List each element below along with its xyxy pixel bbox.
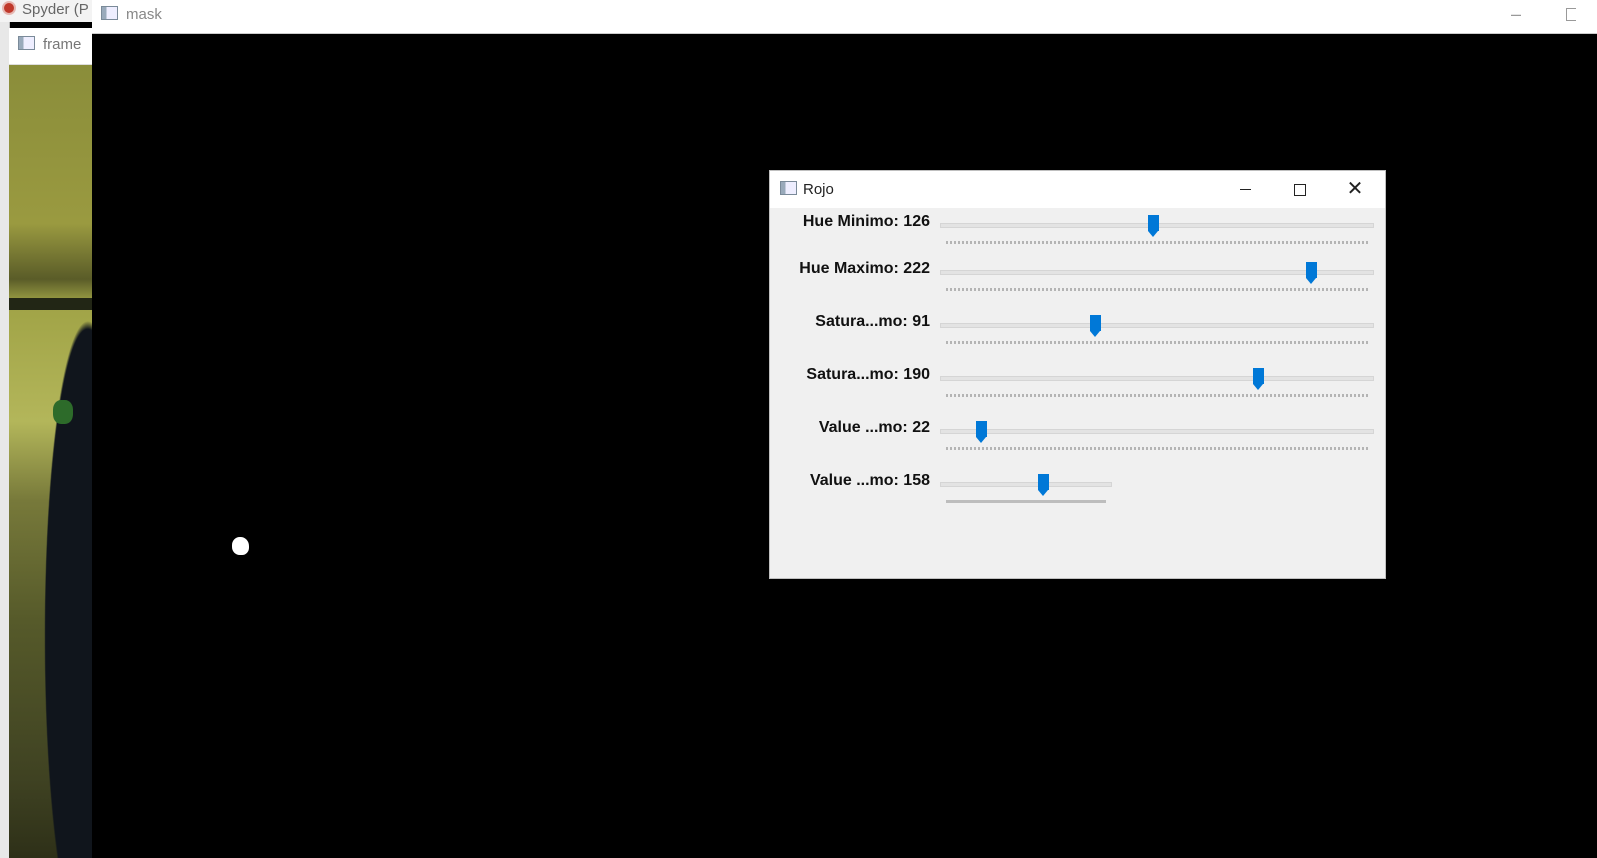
trackbar-ticks [946,447,1368,450]
trackbar-label: Satura...mo: 190 [806,366,930,383]
close-button[interactable]: ✕ [1332,171,1378,208]
frame-title: frame [43,36,82,53]
minimize-icon [1239,189,1251,190]
spyder-logo-icon [2,1,16,15]
trackbar-ticks [946,241,1368,244]
trackbar-label: Hue Minimo: 126 [802,213,930,230]
minimize-icon[interactable]: – [1511,0,1523,29]
window-app-icon [101,6,118,20]
mask-title: mask [126,6,162,23]
trackbar-value-max: Value ...mo: 158 [770,469,1385,522]
trackbar-track[interactable] [940,429,1374,434]
mask-blob [232,537,249,555]
spyder-title: Spyder (P [22,1,89,18]
camera-frame-image [9,65,92,858]
frame-plant [53,400,73,424]
rojo-titlebar[interactable]: Rojo ✕ [770,171,1385,208]
frame-window[interactable]: frame [9,28,92,858]
rojo-window[interactable]: Rojo ✕ Hue Minimo: 126 Hue Maximo: 222 S… [769,170,1386,579]
trackbar-thumb[interactable] [1305,262,1317,284]
close-icon: ✕ [1346,178,1364,200]
trackbar-label: Value ...mo: 22 [818,419,930,436]
trackbar-label: Value ...mo: 158 [809,472,930,489]
trackbar-ticks [946,288,1368,291]
trackbar-hue-max: Hue Maximo: 222 [770,257,1385,310]
trackbar-value-min: Value ...mo: 22 [770,416,1385,469]
window-app-icon [780,181,797,195]
trackbar-thumb[interactable] [1147,215,1159,237]
trackbar-hue-min: Hue Minimo: 126 [770,210,1385,263]
mask-titlebar[interactable]: mask – [92,0,1597,34]
trackbar-track[interactable] [940,482,1112,487]
trackbar-thumb[interactable] [1252,368,1264,390]
trackbar-thumb[interactable] [1089,315,1101,337]
frame-titlebar[interactable]: frame [9,28,92,65]
trackbar-thumb[interactable] [976,421,988,443]
maximize-button[interactable] [1277,171,1323,208]
spyder-titlebar[interactable]: Spyder (P [0,0,92,22]
trackbar-label: Hue Maximo: 222 [799,260,930,277]
trackbar-ticks [946,341,1368,344]
maximize-icon[interactable] [1566,8,1576,21]
rojo-title: Rojo [803,181,834,198]
trackbar-track[interactable] [940,323,1374,328]
trackbar-saturation-min: Satura...mo: 91 [770,310,1385,363]
window-app-icon [18,36,35,50]
frame-shelf-shadow [9,298,92,310]
trackbar-label: Satura...mo: 91 [815,313,930,330]
maximize-icon [1294,183,1306,196]
minimize-button[interactable] [1222,171,1268,208]
trackbar-track[interactable] [940,376,1374,381]
trackbar-ticks [946,500,1106,503]
trackbar-saturation-max: Satura...mo: 190 [770,363,1385,416]
trackbar-thumb[interactable] [1037,474,1049,496]
trackbar-ticks [946,394,1368,397]
